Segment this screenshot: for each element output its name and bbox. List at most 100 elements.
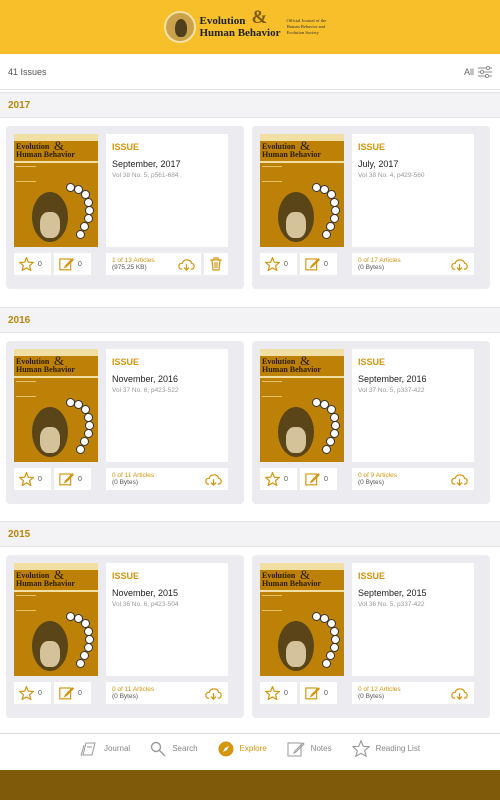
notes-button[interactable]: 0 bbox=[54, 468, 91, 490]
nav-search[interactable]: Search bbox=[150, 741, 198, 757]
cloud-download-icon bbox=[451, 259, 468, 271]
articles-downloaded: 0 of 17 Articles bbox=[358, 257, 401, 264]
filter-button[interactable]: All bbox=[463, 65, 492, 78]
cloud-download-icon bbox=[451, 474, 468, 486]
issue-cover[interactable]: Evolution Human Behavior & bbox=[260, 563, 344, 676]
cover-ampersand: & bbox=[54, 567, 65, 582]
download-size: (0 Bytes) bbox=[358, 479, 385, 486]
issue-info[interactable]: ISSUE November, 2015 Vol 36 No. 6, p423-50… bbox=[106, 563, 228, 676]
journal-icon bbox=[80, 742, 96, 756]
issue-date: September, 2016 bbox=[358, 374, 427, 384]
star-outline-icon bbox=[265, 257, 280, 271]
logo-ampersand: & bbox=[251, 7, 268, 28]
nav-label-reading-list: Reading List bbox=[375, 744, 421, 753]
cover-rule bbox=[14, 376, 98, 378]
issue-count: 41 Issues bbox=[8, 66, 47, 77]
cover-beard bbox=[40, 641, 60, 667]
filter-label: All bbox=[463, 66, 474, 77]
favorite-count: 0 bbox=[38, 260, 42, 268]
cover-ring bbox=[322, 659, 331, 668]
issue-info[interactable]: ISSUE September, 2017 Vol 38 No. 5, p561-6… bbox=[106, 134, 228, 247]
cover-title-line2: Human Behavior bbox=[262, 365, 321, 374]
issue-cover[interactable]: Evolution Human Behavior & bbox=[260, 349, 344, 462]
cover-title: Evolution Human Behavior bbox=[16, 358, 75, 374]
favorite-button[interactable]: 0 bbox=[260, 253, 297, 275]
nav-reading-list[interactable]: Reading List bbox=[351, 740, 421, 757]
notes-count: 0 bbox=[78, 475, 82, 483]
nav-label-journal: Journal bbox=[103, 744, 131, 753]
note-edit-icon bbox=[59, 473, 74, 486]
issue-info[interactable]: ISSUE September, 2015 Vol 36 No. 5, p337-4… bbox=[352, 563, 474, 676]
year-label: 2016 bbox=[8, 314, 31, 326]
notes-button[interactable]: 0 bbox=[300, 682, 337, 704]
issue-volume: Vol 36 No. 6, p423-504 bbox=[112, 601, 179, 608]
cover-title: Evolution Human Behavior bbox=[262, 572, 321, 588]
note-edit-icon bbox=[59, 687, 74, 700]
notes-button[interactable]: 0 bbox=[300, 253, 337, 275]
issue-card[interactable]: Evolution Human Behavior & ISSUE July, 2017 V… bbox=[252, 126, 490, 289]
logo-title-line1: Evolution bbox=[199, 15, 246, 27]
issue-cover[interactable]: Evolution Human Behavior & bbox=[14, 134, 98, 247]
favorite-button[interactable]: 0 bbox=[260, 682, 297, 704]
cover-ring bbox=[76, 659, 85, 668]
cover-title-line2: Human Behavior bbox=[16, 150, 75, 159]
cover-title-line2: Human Behavior bbox=[16, 579, 75, 588]
issue-info[interactable]: ISSUE July, 2017 Vol 38 No. 4, p429-560 bbox=[352, 134, 474, 247]
favorite-button[interactable]: 0 bbox=[14, 253, 51, 275]
download-button[interactable]: 1 of 13 Articles (975.25 KB) bbox=[106, 253, 201, 275]
cover-ring bbox=[76, 230, 85, 239]
cover-text-block bbox=[16, 595, 36, 611]
cover-ampersand: & bbox=[300, 138, 311, 153]
nav-label-search: Search bbox=[172, 744, 198, 753]
issue-card[interactable]: Evolution Human Behavior & ISSUE September, … bbox=[252, 555, 490, 718]
download-button[interactable]: 0 of 12 Articles (0 Bytes) bbox=[352, 682, 474, 704]
favorite-button[interactable]: 0 bbox=[14, 682, 51, 704]
articles-downloaded: 0 of 9 Articles bbox=[358, 472, 398, 479]
download-button[interactable]: 0 of 9 Articles (0 Bytes) bbox=[352, 468, 474, 490]
download-size: (0 Bytes) bbox=[112, 479, 139, 486]
issue-volume: Vol 36 No. 5, p337-422 bbox=[358, 601, 425, 608]
issue-card[interactable]: Evolution Human Behavior & ISSUE November, 2… bbox=[6, 341, 244, 504]
cover-rule bbox=[14, 161, 98, 163]
issue-date: September, 2017 bbox=[112, 159, 181, 169]
download-button[interactable]: 0 of 11 Articles (0 Bytes) bbox=[106, 468, 228, 490]
favorite-button[interactable]: 0 bbox=[260, 468, 297, 490]
download-button[interactable]: 0 of 11 Articles (0 Bytes) bbox=[106, 682, 228, 704]
download-status: 0 of 11 Articles (0 Bytes) bbox=[112, 686, 154, 700]
cover-title-line2: Human Behavior bbox=[262, 150, 321, 159]
issue-info[interactable]: ISSUE November, 2016 Vol 37 No. 6, p423-52… bbox=[106, 349, 228, 462]
issue-info[interactable]: ISSUE September, 2016 Vol 37 No. 5, p337-4… bbox=[352, 349, 474, 462]
articles-downloaded: 1 of 13 Articles bbox=[112, 257, 155, 264]
logo-title: Evolution Human Behavior & bbox=[199, 7, 281, 39]
issue-card[interactable]: Evolution Human Behavior & ISSUE September, … bbox=[6, 126, 244, 289]
issue-card[interactable]: Evolution Human Behavior & ISSUE September, … bbox=[252, 341, 490, 504]
nav-notes[interactable]: Notes bbox=[287, 741, 332, 757]
issue-volume: Vol 38 No. 4, p429-560 bbox=[358, 172, 425, 179]
cover-beard bbox=[286, 641, 306, 667]
download-icon-wrap bbox=[178, 258, 195, 276]
notes-button[interactable]: 0 bbox=[54, 682, 91, 704]
journal-logo: Evolution Human Behavior & Official Jour… bbox=[163, 7, 337, 43]
favorite-button[interactable]: 0 bbox=[14, 468, 51, 490]
star-outline-icon bbox=[19, 472, 34, 486]
cover-ring bbox=[76, 445, 85, 454]
notes-button[interactable]: 0 bbox=[300, 468, 337, 490]
articles-downloaded: 0 of 11 Articles bbox=[112, 472, 155, 479]
notes-count: 0 bbox=[78, 689, 82, 697]
favorite-count: 0 bbox=[38, 475, 42, 483]
nav-explore[interactable]: Explore bbox=[218, 741, 267, 757]
delete-button[interactable] bbox=[204, 253, 228, 275]
issue-date: November, 2016 bbox=[112, 374, 179, 384]
download-status: 1 of 13 Articles (975.25 KB) bbox=[112, 257, 155, 271]
notes-button[interactable]: 0 bbox=[54, 253, 91, 275]
cloud-download-icon bbox=[178, 259, 195, 271]
issue-cover[interactable]: Evolution Human Behavior & bbox=[260, 134, 344, 247]
issue-cover[interactable]: Evolution Human Behavior & bbox=[14, 563, 98, 676]
issue-label: ISSUE bbox=[112, 357, 140, 367]
issue-date: July, 2017 bbox=[358, 159, 399, 169]
issue-card[interactable]: Evolution Human Behavior & ISSUE November, 2… bbox=[6, 555, 244, 718]
download-status: 0 of 12 Articles (0 Bytes) bbox=[358, 686, 401, 700]
nav-journal[interactable]: Journal bbox=[80, 741, 130, 757]
download-button[interactable]: 0 of 17 Articles (0 Bytes) bbox=[352, 253, 474, 275]
issue-cover[interactable]: Evolution Human Behavior & bbox=[14, 349, 98, 462]
